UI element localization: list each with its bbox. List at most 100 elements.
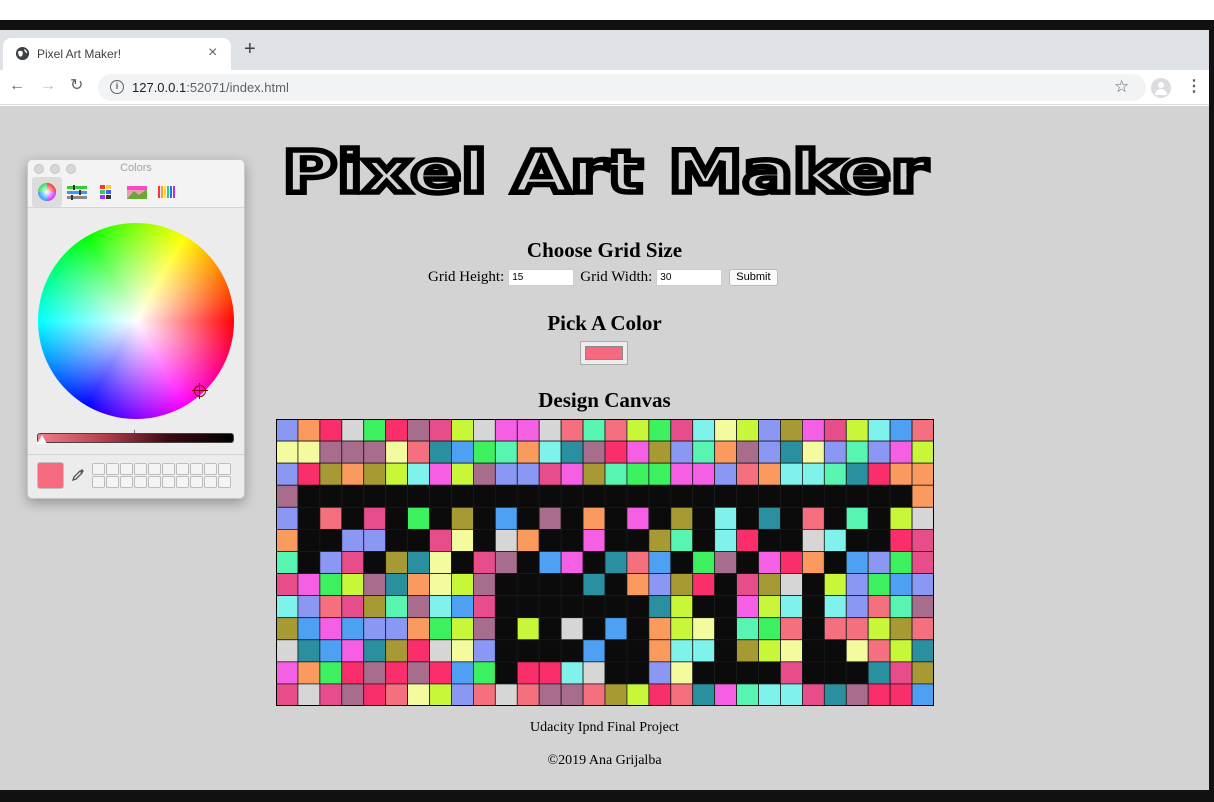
- canvas-cell[interactable]: [560, 440, 584, 464]
- canvas-cell[interactable]: [648, 617, 672, 641]
- canvas-cell[interactable]: [802, 573, 825, 597]
- canvas-cell[interactable]: [648, 484, 672, 508]
- canvas-cell[interactable]: [626, 484, 650, 508]
- canvas-cell[interactable]: [385, 419, 408, 442]
- canvas-cell[interactable]: [560, 617, 584, 641]
- canvas-cell[interactable]: [538, 484, 562, 508]
- canvas-cell[interactable]: [802, 506, 825, 530]
- canvas-cell[interactable]: [845, 551, 869, 574]
- canvas-cell[interactable]: [494, 639, 518, 663]
- canvas-cell[interactable]: [341, 419, 365, 442]
- canvas-cell[interactable]: [889, 462, 913, 486]
- canvas-cell[interactable]: [516, 551, 540, 574]
- canvas-cell[interactable]: [736, 484, 759, 508]
- canvas-cell[interactable]: [538, 440, 562, 464]
- canvas-cell[interactable]: [648, 440, 672, 464]
- canvas-cell[interactable]: [867, 573, 891, 597]
- canvas-cell[interactable]: [736, 617, 759, 641]
- kebab-menu-icon[interactable]: ⋮: [1186, 78, 1202, 96]
- canvas-cell[interactable]: [407, 683, 430, 706]
- canvas-cell[interactable]: [451, 440, 474, 464]
- canvas-cell[interactable]: [626, 661, 650, 685]
- canvas-cell[interactable]: [780, 551, 803, 574]
- image-palettes-tab[interactable]: [122, 177, 152, 207]
- canvas-cell[interactable]: [780, 617, 803, 641]
- canvas-cell[interactable]: [341, 440, 365, 464]
- canvas-cell[interactable]: [472, 551, 496, 574]
- canvas-cell[interactable]: [648, 661, 672, 685]
- canvas-cell[interactable]: [319, 528, 343, 552]
- canvas-cell[interactable]: [297, 528, 321, 552]
- canvas-cell[interactable]: [429, 683, 452, 706]
- swatch-slot[interactable]: [218, 463, 231, 475]
- canvas-cell[interactable]: [692, 595, 716, 619]
- canvas-cell[interactable]: [758, 551, 781, 574]
- canvas-cell[interactable]: [802, 440, 825, 464]
- canvas-cell[interactable]: [626, 440, 650, 464]
- canvas-cell[interactable]: [451, 617, 474, 641]
- canvas-cell[interactable]: [560, 419, 584, 442]
- swatch-slot[interactable]: [162, 463, 175, 475]
- canvas-cell[interactable]: [648, 551, 672, 574]
- canvas-cell[interactable]: [341, 683, 365, 706]
- canvas-cell[interactable]: [472, 661, 496, 685]
- canvas-cell[interactable]: [911, 462, 934, 486]
- canvas-cell[interactable]: [626, 595, 650, 619]
- canvas-cell[interactable]: [714, 639, 738, 663]
- canvas-cell[interactable]: [451, 419, 474, 442]
- canvas-cell[interactable]: [802, 661, 825, 685]
- canvas-cell[interactable]: [736, 573, 759, 597]
- canvas-cell[interactable]: [582, 617, 606, 641]
- canvas-cell[interactable]: [319, 595, 343, 619]
- canvas-cell[interactable]: [297, 573, 321, 597]
- canvas-cell[interactable]: [341, 551, 365, 574]
- canvas-cell[interactable]: [582, 528, 606, 552]
- canvas-cell[interactable]: [911, 440, 934, 464]
- canvas-cell[interactable]: [802, 462, 825, 486]
- canvas-cell[interactable]: [823, 617, 847, 641]
- canvas-cell[interactable]: [451, 528, 474, 552]
- canvas-cell[interactable]: [648, 639, 672, 663]
- canvas-cell[interactable]: [692, 484, 716, 508]
- canvas-cell[interactable]: [363, 419, 387, 442]
- back-icon[interactable]: ←: [9, 77, 25, 95]
- canvas-cell[interactable]: [407, 419, 430, 442]
- canvas-cell[interactable]: [385, 484, 408, 508]
- canvas-cell[interactable]: [714, 419, 738, 442]
- canvas-cell[interactable]: [670, 419, 694, 442]
- canvas-cell[interactable]: [538, 551, 562, 574]
- canvas-cell[interactable]: [802, 528, 825, 552]
- canvas-cell[interactable]: [385, 617, 408, 641]
- canvas-cell[interactable]: [429, 639, 452, 663]
- canvas-cell[interactable]: [780, 484, 803, 508]
- canvas-cell[interactable]: [670, 440, 694, 464]
- canvas-cell[interactable]: [648, 462, 672, 486]
- swatch-slot[interactable]: [92, 476, 105, 488]
- canvas-cell[interactable]: [802, 683, 825, 706]
- canvas-cell[interactable]: [407, 506, 430, 530]
- canvas-cell[interactable]: [363, 661, 387, 685]
- canvas-cell[interactable]: [472, 462, 496, 486]
- swatch-slot[interactable]: [176, 463, 189, 475]
- canvas-cell[interactable]: [276, 506, 299, 530]
- canvas-cell[interactable]: [911, 528, 934, 552]
- canvas-cell[interactable]: [582, 484, 606, 508]
- swatch-slot[interactable]: [134, 476, 147, 488]
- canvas-cell[interactable]: [582, 440, 606, 464]
- browser-tab[interactable]: Pixel Art Maker! ×: [3, 38, 231, 70]
- canvas-cell[interactable]: [538, 661, 562, 685]
- canvas-cell[interactable]: [516, 440, 540, 464]
- canvas-cell[interactable]: [911, 484, 934, 508]
- canvas-cell[interactable]: [736, 506, 759, 530]
- canvas-cell[interactable]: [297, 661, 321, 685]
- canvas-cell[interactable]: [319, 440, 343, 464]
- canvas-cell[interactable]: [494, 617, 518, 641]
- canvas-cell[interactable]: [385, 661, 408, 685]
- canvas-cell[interactable]: [648, 595, 672, 619]
- canvas-cell[interactable]: [363, 440, 387, 464]
- canvas-cell[interactable]: [560, 639, 584, 663]
- swatch-slot[interactable]: [162, 476, 175, 488]
- color-wheel[interactable]: [38, 223, 234, 419]
- canvas-cell[interactable]: [758, 595, 781, 619]
- canvas-cell[interactable]: [494, 419, 518, 442]
